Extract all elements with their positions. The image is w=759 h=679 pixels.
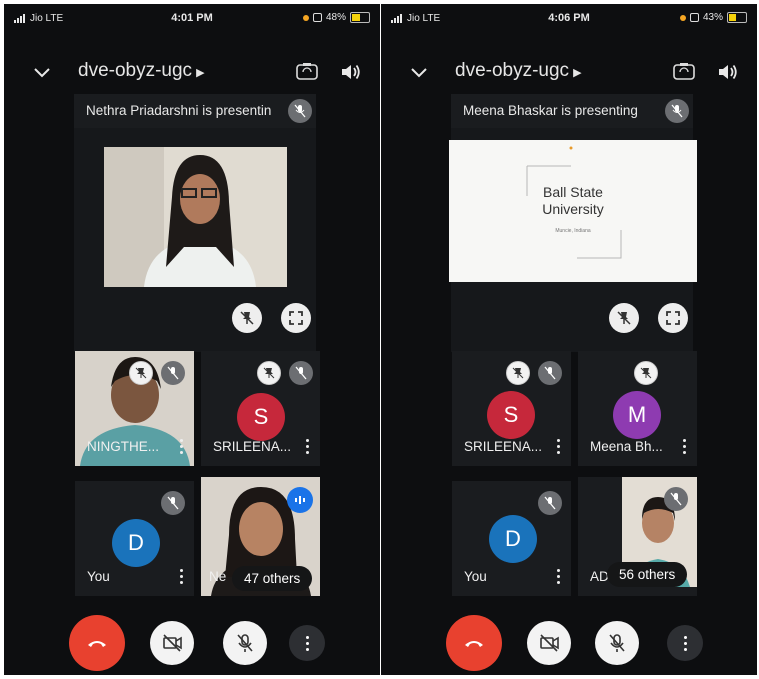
- camera-toggle-button[interactable]: [150, 621, 194, 665]
- participant-name: SRILEENA...: [464, 439, 543, 454]
- battery-percent: 43%: [702, 12, 723, 23]
- more-vert-icon: [305, 635, 309, 651]
- status-bar: Jio LTE 4:01 PM 48%: [4, 4, 380, 32]
- speaker-icon[interactable]: [340, 62, 362, 82]
- presenting-text: Meena Bhaskar is presenting: [463, 103, 638, 118]
- pin-presentation-button[interactable]: [609, 303, 639, 333]
- participant-tile[interactable]: M Meena Bh...: [578, 351, 697, 466]
- participant-tile-self[interactable]: D You: [452, 481, 571, 596]
- mic-off-icon: [538, 491, 562, 515]
- end-call-button[interactable]: [69, 615, 125, 671]
- fullscreen-icon: [666, 311, 680, 325]
- avatar: S: [487, 391, 535, 439]
- pin-icon: [617, 311, 631, 325]
- pin-presentation-button[interactable]: [232, 303, 262, 333]
- participant-tile[interactable]: S SRILEENA...: [452, 351, 571, 466]
- mic-toggle-button[interactable]: [595, 621, 639, 665]
- fullscreen-button[interactable]: [658, 303, 688, 333]
- avatar: S: [237, 393, 285, 441]
- more-vert-icon[interactable]: [557, 569, 561, 584]
- meeting-header: dve-obyz-ugc ▶: [4, 54, 380, 90]
- more-vert-icon[interactable]: [180, 439, 184, 454]
- mic-off-icon: [161, 491, 185, 515]
- presenting-banner: Meena Bhaskar is presenting: [451, 94, 693, 128]
- participant-name: You: [87, 569, 110, 584]
- presenting-text: Nethra Priadarshni is presentin: [86, 103, 272, 118]
- speaker-icon[interactable]: [717, 62, 739, 82]
- camera-switch-icon[interactable]: [673, 62, 695, 80]
- mic-off-icon: [288, 99, 312, 123]
- others-count[interactable]: 47 others: [232, 566, 313, 591]
- presentation-slide: Ball State University Muncie, Indiana: [449, 140, 697, 282]
- mic-off-icon: [237, 634, 253, 652]
- speaking-indicator-icon: [287, 487, 313, 513]
- more-vert-icon[interactable]: [180, 569, 184, 584]
- presenting-banner: Nethra Priadarshni is presentin: [74, 94, 316, 128]
- end-call-button[interactable]: [446, 615, 502, 671]
- avatar: D: [112, 519, 160, 567]
- participant-name: AD: [590, 569, 609, 584]
- battery-icon: [350, 12, 370, 23]
- camera-toggle-button[interactable]: [527, 621, 571, 665]
- participant-name: SRILEENA...: [213, 439, 292, 454]
- others-count[interactable]: 56 others: [607, 562, 688, 587]
- slide-title-line2: University: [542, 201, 604, 217]
- end-call-icon: [88, 641, 106, 647]
- participant-name: NINGTHE...: [87, 439, 160, 454]
- participant-tile[interactable]: NINGTHE...: [75, 351, 194, 466]
- pin-icon[interactable]: [506, 361, 530, 385]
- end-call-icon: [465, 641, 483, 647]
- more-options-button[interactable]: [667, 625, 703, 661]
- recording-dot-icon: [679, 14, 686, 21]
- pin-icon: [240, 311, 254, 325]
- fullscreen-button[interactable]: [281, 303, 311, 333]
- presenter-video: [104, 147, 287, 287]
- recording-dot-icon: [302, 14, 309, 21]
- more-vert-icon[interactable]: [557, 439, 561, 454]
- right-phone-screen: Jio LTE 4:06 PM 43% dve-obyz-ugc ▶ Meena …: [381, 4, 757, 675]
- pin-icon[interactable]: [257, 361, 281, 385]
- more-vert-icon[interactable]: [683, 439, 687, 454]
- participant-name: Meena Bh...: [590, 439, 663, 454]
- mic-off-icon: [538, 361, 562, 385]
- pin-icon[interactable]: [129, 361, 153, 385]
- mic-off-icon: [609, 634, 625, 652]
- slide-title-line1: Ball State: [543, 184, 603, 200]
- left-phone-screen: Jio LTE 4:01 PM 48% dve-obyz-ugc ▶ Nethra…: [4, 4, 380, 675]
- video-off-icon: [540, 634, 559, 652]
- caret-right-icon: ▶: [573, 67, 582, 79]
- slide-subtitle: Muncie, Indiana: [555, 228, 591, 234]
- more-options-button[interactable]: [289, 625, 325, 661]
- video-off-icon: [163, 634, 182, 652]
- battery-percent: 48%: [325, 12, 346, 23]
- orientation-lock-icon: [312, 13, 322, 22]
- participant-name: You: [464, 569, 487, 584]
- status-bar: Jio LTE 4:06 PM 43%: [381, 4, 757, 32]
- meeting-title[interactable]: dve-obyz-ugc ▶: [78, 60, 205, 82]
- more-vert-icon[interactable]: [306, 439, 310, 454]
- mic-off-icon: [289, 361, 313, 385]
- avatar: D: [489, 515, 537, 563]
- orientation-lock-icon: [689, 13, 699, 22]
- meeting-header: dve-obyz-ugc ▶: [381, 54, 757, 90]
- more-vert-icon: [683, 635, 687, 651]
- camera-switch-icon[interactable]: [296, 62, 318, 80]
- mic-toggle-button[interactable]: [223, 621, 267, 665]
- chevron-down-icon[interactable]: [32, 62, 52, 82]
- meeting-title[interactable]: dve-obyz-ugc ▶: [455, 60, 582, 82]
- battery-icon: [727, 12, 747, 23]
- mic-off-icon: [665, 99, 689, 123]
- pin-icon[interactable]: [634, 361, 658, 385]
- mic-off-icon: [161, 361, 185, 385]
- participant-tile[interactable]: S SRILEENA...: [201, 351, 320, 466]
- chevron-down-icon[interactable]: [409, 62, 429, 82]
- caret-right-icon: ▶: [196, 67, 205, 79]
- participant-tile-self[interactable]: D You: [75, 481, 194, 596]
- avatar: M: [613, 391, 661, 439]
- participant-name: Ne: [209, 569, 227, 584]
- fullscreen-icon: [289, 311, 303, 325]
- mic-off-icon: [664, 487, 688, 511]
